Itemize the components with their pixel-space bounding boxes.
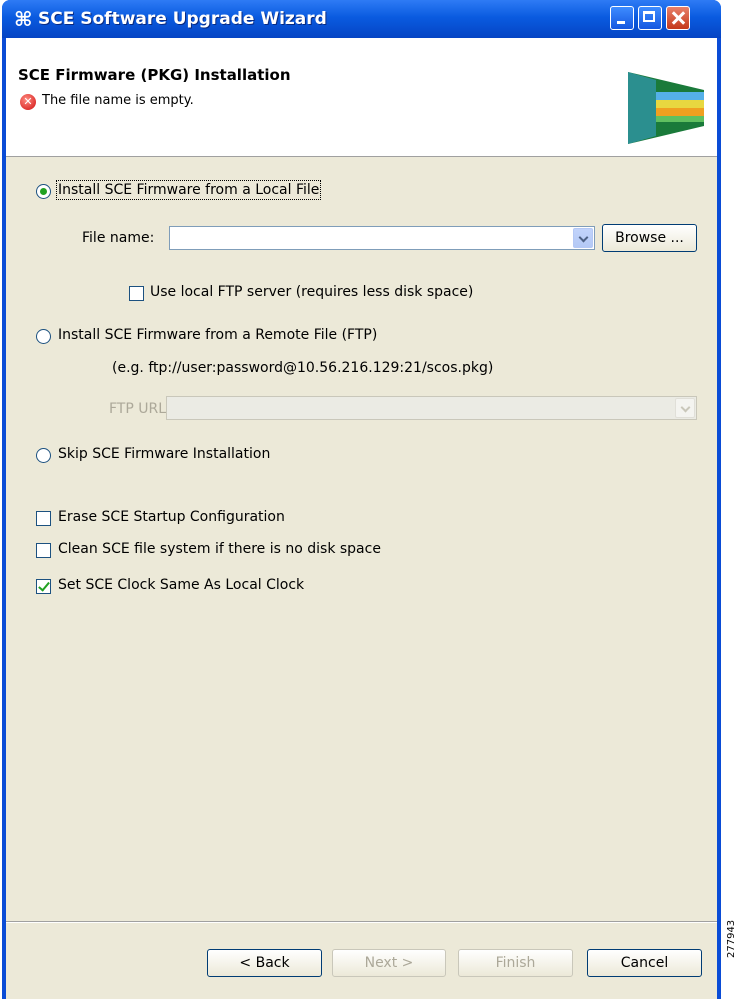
browse-button[interactable]: Browse ...	[602, 224, 697, 252]
title-bar[interactable]: ⌘ SCE Software Upgrade Wizard	[2, 0, 721, 38]
footer-separator	[6, 921, 717, 923]
minimize-button[interactable]	[610, 6, 634, 30]
figure-id: 277943	[726, 919, 737, 958]
maximize-button[interactable]	[638, 6, 662, 30]
wizard-window: ⌘ SCE Software Upgrade Wizard SCE Firmwa…	[2, 0, 721, 999]
file-name-label: File name:	[82, 230, 155, 246]
page-title: SCE Firmware (PKG) Installation	[18, 66, 291, 84]
use-local-ftp-checkbox[interactable]	[129, 286, 144, 301]
chevron-down-icon[interactable]	[675, 398, 695, 418]
cancel-button[interactable]: Cancel	[587, 949, 702, 977]
file-name-combo[interactable]	[169, 226, 595, 250]
close-button[interactable]	[666, 6, 690, 30]
error-icon: ✕	[20, 94, 36, 110]
app-icon: ⌘	[14, 7, 33, 31]
window-title: SCE Software Upgrade Wizard	[38, 9, 327, 29]
next-button[interactable]: Next >	[332, 949, 446, 977]
set-clock-checkbox[interactable]	[36, 579, 51, 594]
ftp-url-label: FTP URL:	[109, 401, 171, 417]
remote-file-radio[interactable]	[36, 329, 51, 344]
set-clock-label[interactable]: Set SCE Clock Same As Local Clock	[58, 577, 304, 593]
skip-radio[interactable]	[36, 448, 51, 463]
chevron-down-icon[interactable]	[573, 228, 593, 248]
back-button[interactable]: < Back	[207, 949, 322, 977]
erase-startup-config-checkbox[interactable]	[36, 511, 51, 526]
remote-file-label[interactable]: Install SCE Firmware from a Remote File …	[58, 327, 377, 343]
local-file-label[interactable]: Install SCE Firmware from a Local File	[55, 180, 322, 200]
remote-example-text: (e.g. ftp://user:password@10.56.216.129:…	[112, 360, 494, 376]
finish-button[interactable]: Finish	[458, 949, 573, 977]
ftp-url-combo[interactable]	[166, 396, 697, 420]
wizard-client-area: SCE Firmware (PKG) Installation ✕ The fi…	[6, 38, 717, 999]
wizard-banner-icon	[628, 72, 704, 144]
skip-label[interactable]: Skip SCE Firmware Installation	[58, 446, 270, 462]
clean-file-system-label[interactable]: Clean SCE file system if there is no dis…	[58, 541, 381, 557]
use-local-ftp-label[interactable]: Use local FTP server (requires less disk…	[150, 284, 473, 300]
error-message: The file name is empty.	[42, 93, 194, 108]
clean-file-system-checkbox[interactable]	[36, 543, 51, 558]
erase-startup-config-label[interactable]: Erase SCE Startup Configuration	[58, 509, 285, 525]
wizard-header: SCE Firmware (PKG) Installation ✕ The fi…	[6, 38, 717, 157]
local-file-radio[interactable]	[36, 184, 51, 199]
